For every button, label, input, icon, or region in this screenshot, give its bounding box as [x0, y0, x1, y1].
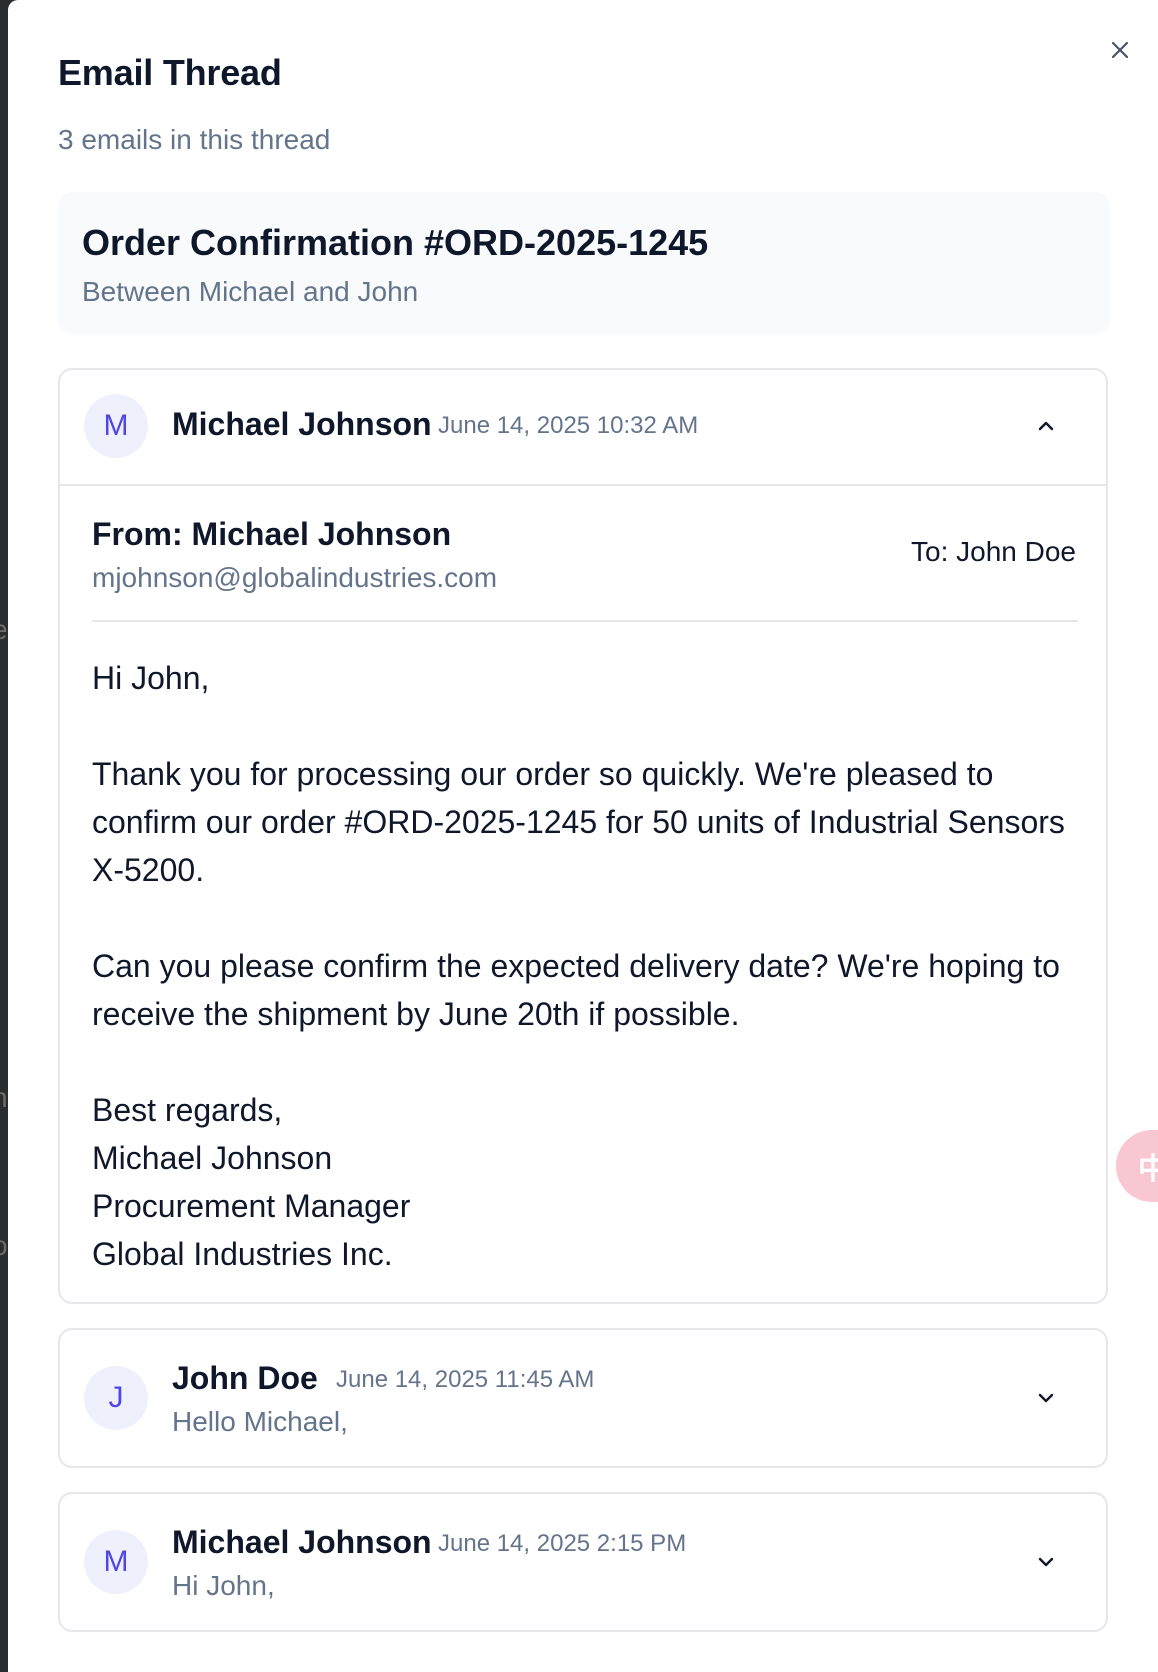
email-preview: Hi John,	[172, 1570, 275, 1601]
signature-name: Michael Johnson	[92, 1140, 333, 1176]
email-paragraph: Can you please confirm the expected deli…	[92, 948, 1060, 1032]
email-card-expanded: M Michael Johnson June 14, 2025 10:32 AM…	[58, 368, 1108, 1304]
thread-subject-box: Order Confirmation #ORD-2025-1245 Betwee…	[58, 192, 1110, 334]
signature-title: Procurement Manager	[92, 1188, 411, 1224]
chevron-down-icon	[1038, 1393, 1054, 1403]
backdrop-text-fragment: n	[0, 1082, 8, 1114]
email-timestamp: June 14, 2025 2:15 PM	[438, 1530, 687, 1557]
close-button[interactable]	[1100, 30, 1140, 70]
from-email: mjohnson@globalindustries.com	[92, 562, 498, 593]
divider	[92, 620, 1078, 622]
chevron-up-icon	[1038, 421, 1054, 431]
expand-button[interactable]	[1026, 1542, 1066, 1582]
to-line: To: John Doe	[911, 536, 1076, 567]
avatar: J	[84, 1366, 148, 1430]
backdrop-text-fragment: o	[0, 1230, 8, 1262]
email-body: Hi John, Thank you for processing our or…	[92, 654, 1078, 1278]
sender-name: Michael Johnson	[172, 1524, 432, 1560]
close-icon	[1111, 41, 1129, 59]
email-timestamp: June 14, 2025 10:32 AM	[438, 412, 699, 439]
expand-button[interactable]	[1026, 1378, 1066, 1418]
signature-closing: Best regards,	[92, 1092, 283, 1128]
email-greeting: Hi John,	[92, 660, 210, 696]
avatar: M	[84, 394, 148, 458]
collapse-button[interactable]	[1026, 406, 1066, 446]
divider	[60, 484, 1106, 486]
sender-name: Michael Johnson	[172, 406, 432, 442]
signature-company: Global Industries Inc.	[92, 1236, 393, 1272]
sender-name: John Doe	[172, 1360, 318, 1396]
from-line: From: Michael Johnson	[92, 516, 452, 552]
backdrop-text-fragment: e	[0, 614, 8, 646]
translate-button[interactable]: 中A	[1116, 1130, 1158, 1202]
avatar: M	[84, 1530, 148, 1594]
thread-participants: Between Michael and John	[82, 276, 419, 307]
email-signature: Best regards, Michael Johnson Procuremen…	[92, 1086, 1078, 1278]
email-timestamp: June 14, 2025 11:45 AM	[336, 1366, 595, 1393]
email-paragraph: Thank you for processing our order so qu…	[92, 756, 1065, 888]
email-card-collapsed[interactable]: J John Doe June 14, 2025 11:45 AM Hello …	[58, 1328, 1108, 1468]
thread-subject: Order Confirmation #ORD-2025-1245	[82, 222, 709, 263]
email-thread-panel: Email Thread 3 emails in this thread Ord…	[8, 0, 1158, 1672]
dialog-title: Email Thread	[58, 52, 282, 93]
chevron-down-icon	[1038, 1557, 1054, 1567]
dialog-subtitle: 3 emails in this thread	[58, 124, 331, 155]
email-preview: Hello Michael,	[172, 1406, 348, 1437]
translate-icon: 中A	[1138, 1153, 1158, 1186]
email-card-collapsed[interactable]: M Michael Johnson June 14, 2025 2:15 PM …	[58, 1492, 1108, 1632]
